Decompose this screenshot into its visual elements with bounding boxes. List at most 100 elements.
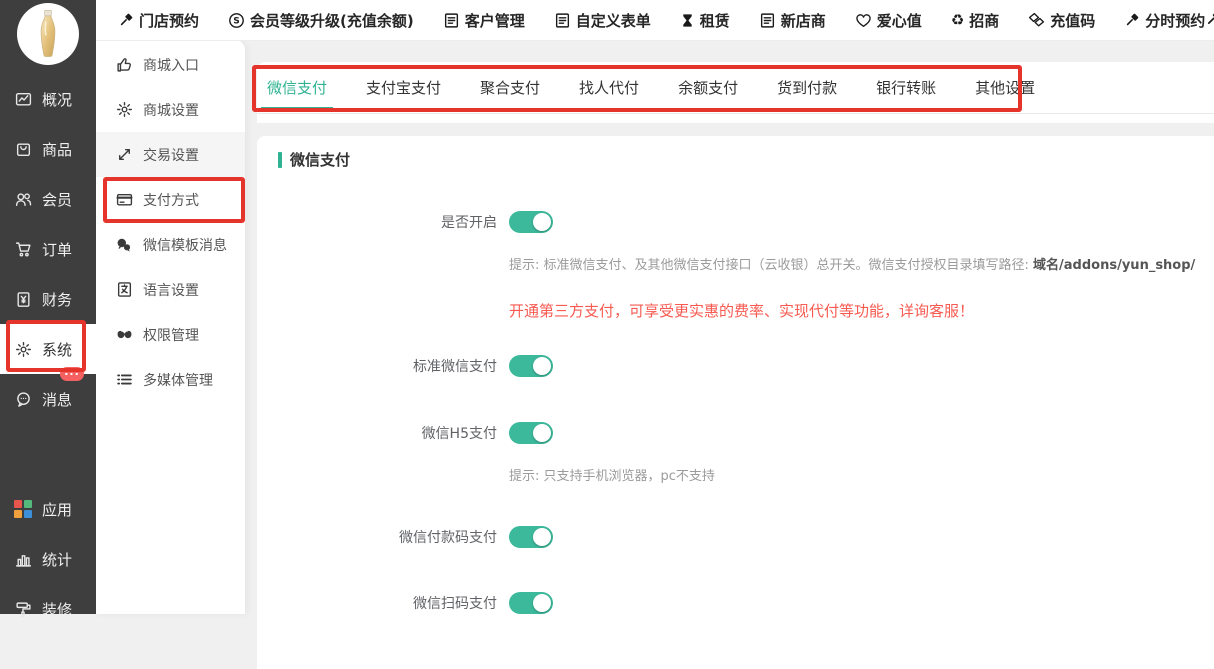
toggle-switch[interactable] bbox=[509, 526, 553, 548]
sidebar-item-财务[interactable]: 财务 bbox=[0, 274, 96, 324]
form-icon bbox=[443, 12, 460, 29]
message-icon bbox=[13, 391, 33, 408]
sidebar-item-label: 系统 bbox=[42, 339, 72, 360]
partial-gavel-icon[interactable] bbox=[1205, 10, 1214, 31]
topbar-item[interactable]: 租赁 bbox=[680, 10, 730, 31]
tab-聚合支付[interactable]: 聚合支付 bbox=[480, 77, 540, 98]
submenu-item-交易设置[interactable]: 交易设置 bbox=[96, 132, 245, 177]
topbar-item[interactable]: 自定义表单 bbox=[554, 10, 651, 31]
sidebar-item-label: 会员 bbox=[42, 189, 72, 210]
sidebar-item-label: 财务 bbox=[42, 289, 72, 310]
tab-银行转账[interactable]: 银行转账 bbox=[876, 77, 936, 98]
apps-icon bbox=[13, 500, 33, 518]
tab-支付宝支付[interactable]: 支付宝支付 bbox=[366, 77, 441, 98]
topbar: 门店预约 S 会员等级升级(充值余额) 客户管理 自定义表单 租赁 新店商 爱心值 ♻ 招商 充值码… bbox=[96, 0, 1214, 41]
submenu-item-商城入口[interactable]: 商城入口 bbox=[96, 42, 245, 87]
sidebar-item-消息[interactable]: 消息... bbox=[0, 374, 96, 424]
toggle-switch[interactable] bbox=[509, 592, 553, 614]
submenu-item-权限管理[interactable]: 权限管理 bbox=[96, 312, 245, 357]
roller-icon bbox=[13, 601, 33, 618]
submenu-item-label: 权限管理 bbox=[143, 325, 199, 345]
tab-找人代付[interactable]: 找人代付 bbox=[579, 77, 639, 98]
sidebar-item-会员[interactable]: 会员 bbox=[0, 174, 96, 224]
perfume-bottle-image bbox=[31, 9, 65, 59]
form-icon bbox=[759, 12, 776, 29]
section-header: 微信支付 bbox=[278, 149, 1214, 170]
sidebar-item-应用[interactable]: 应用 bbox=[0, 484, 96, 534]
section-title: 微信支付 bbox=[290, 149, 350, 170]
sidebar-spacer bbox=[0, 424, 96, 484]
sidebar-item-系统[interactable]: 系统 bbox=[0, 324, 96, 374]
topbar-item-label: 会员等级升级(充值余额) bbox=[250, 10, 414, 31]
topbar-item[interactable]: 分时预约 bbox=[1124, 10, 1205, 31]
recycle-icon: ♻ bbox=[951, 13, 964, 28]
payment-tabs: 微信支付 支付宝支付 聚合支付 找人代付 余额支付 货到付款 银行转账 其他设置 bbox=[257, 62, 1214, 114]
gear-icon bbox=[115, 101, 133, 118]
sidebar-item-装修[interactable]: 装修 bbox=[0, 584, 96, 634]
sidebar-item-概况[interactable]: 概况 bbox=[0, 74, 96, 124]
submenu-item-label: 商城入口 bbox=[143, 55, 199, 75]
form-row: 是否开启 bbox=[257, 211, 1214, 233]
heart-icon bbox=[855, 12, 872, 29]
language-icon bbox=[115, 281, 133, 298]
submenu-item-label: 支付方式 bbox=[143, 190, 199, 210]
topbar-item[interactable]: 充值码 bbox=[1028, 10, 1095, 31]
hint-path: 域名/addons/yun_shop/ bbox=[1033, 258, 1195, 273]
sidebar-item-label: 商品 bbox=[42, 139, 72, 160]
form-group: 标准微信支付 bbox=[257, 355, 1214, 377]
form-label: 标准微信支付 bbox=[257, 356, 509, 376]
form-row: 微信扫码支付 bbox=[257, 592, 1214, 614]
form-group: 微信H5支付提示: 只支持手机浏览器，pc不支持 bbox=[257, 422, 1214, 484]
form-group: 微信付款码支付 bbox=[257, 526, 1214, 548]
form-label: 微信H5支付 bbox=[257, 423, 509, 443]
submenu-item-商城设置[interactable]: 商城设置 bbox=[96, 87, 245, 132]
toggle-switch[interactable] bbox=[509, 422, 553, 444]
sidebar-nav: 概况商品会员订单财务系统消息... 应用统计装修 bbox=[0, 74, 96, 634]
card-icon bbox=[115, 191, 133, 208]
topbar-item[interactable]: 客户管理 bbox=[443, 10, 525, 31]
form-hint: 提示: 标准微信支付、及其他微信支付接口（云收银）总开关。微信支付授权目录填写路… bbox=[509, 254, 1214, 273]
form-row: 标准微信支付 bbox=[257, 355, 1214, 377]
topbar-item-label: 租赁 bbox=[700, 10, 730, 31]
main-sidebar: 概况商品会员订单财务系统消息...应用统计装修 bbox=[0, 0, 96, 614]
form-group: 是否开启提示: 标准微信支付、及其他微信支付接口（云收银）总开关。微信支付授权目… bbox=[257, 211, 1214, 321]
form-hint: 提示: 只支持手机浏览器，pc不支持 bbox=[509, 465, 1214, 484]
sidebar-item-商品[interactable]: 商品 bbox=[0, 124, 96, 174]
gavel-icon bbox=[118, 12, 134, 28]
goods-icon bbox=[13, 141, 33, 158]
list-icon bbox=[115, 371, 133, 388]
orders-icon bbox=[13, 241, 33, 258]
submenu-item-语言设置[interactable]: 语言设置 bbox=[96, 267, 245, 312]
topbar-item[interactable]: 新店商 bbox=[759, 10, 826, 31]
sidebar-item-统计[interactable]: 统计 bbox=[0, 534, 96, 584]
tags-icon bbox=[1028, 12, 1045, 29]
finance-icon bbox=[13, 291, 33, 308]
topbar-item-label: 客户管理 bbox=[465, 10, 525, 31]
svg-text:S: S bbox=[233, 16, 240, 26]
topbar-item[interactable]: ♻ 招商 bbox=[951, 10, 999, 31]
form-group: 微信扫码支付 bbox=[257, 592, 1214, 614]
swap-icon bbox=[115, 146, 133, 163]
form-label: 是否开启 bbox=[257, 212, 509, 232]
sidebar-item-label: 应用 bbox=[42, 499, 72, 520]
topbar-item[interactable]: 门店预约 bbox=[118, 10, 199, 31]
thumb-icon bbox=[115, 56, 133, 73]
tab-微信支付[interactable]: 微信支付 bbox=[267, 77, 327, 98]
toggle-switch[interactable] bbox=[509, 355, 553, 377]
form-icon bbox=[554, 12, 571, 29]
submenu-item-支付方式[interactable]: 支付方式 bbox=[96, 177, 245, 222]
toggle-switch[interactable] bbox=[509, 211, 553, 233]
form-label: 微信付款码支付 bbox=[257, 527, 509, 547]
sidebar-item-订单[interactable]: 订单 bbox=[0, 224, 96, 274]
topbar-item[interactable]: S 会员等级升级(充值余额) bbox=[228, 10, 414, 31]
tab-其他设置[interactable]: 其他设置 bbox=[975, 77, 1035, 98]
tab-余额支付[interactable]: 余额支付 bbox=[678, 77, 738, 98]
submenu-item-多媒体管理[interactable]: 多媒体管理 bbox=[96, 357, 245, 402]
submenu-item-微信模板消息[interactable]: 微信模板消息 bbox=[96, 222, 245, 267]
tab-货到付款[interactable]: 货到付款 bbox=[777, 77, 837, 98]
topbar-item-label: 招商 bbox=[969, 10, 999, 31]
topbar-item[interactable]: 爱心值 bbox=[855, 10, 922, 31]
shop-logo-avatar[interactable] bbox=[17, 3, 79, 65]
stats-icon bbox=[13, 551, 33, 568]
submenu-item-label: 商城设置 bbox=[143, 100, 199, 120]
